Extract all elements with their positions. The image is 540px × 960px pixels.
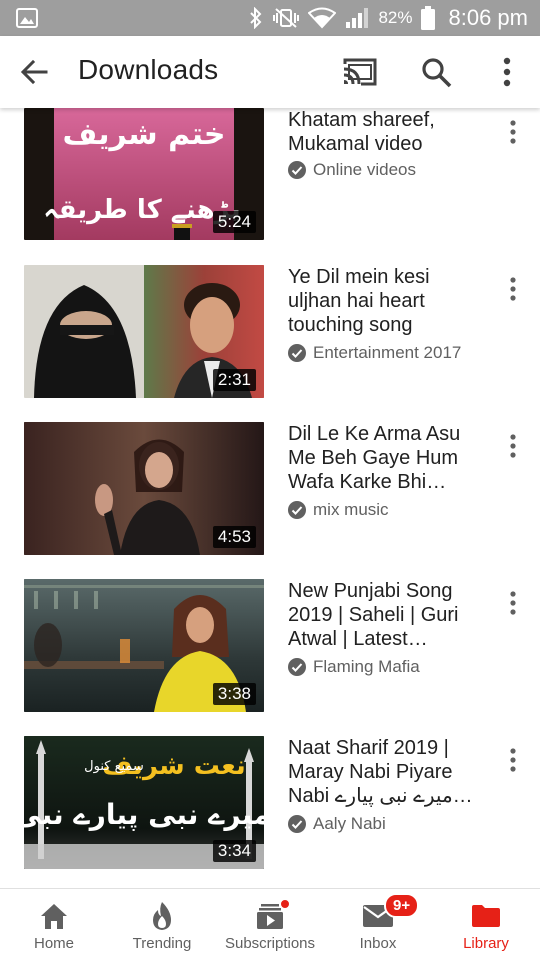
vibrate-off-icon [273,8,300,28]
nav-home[interactable]: Home [0,889,108,960]
home-icon [41,904,67,929]
downloaded-check-icon [288,344,306,362]
video-thumbnail[interactable]: نعت شریف سمیع کنول میرے نبی پیارے نبی 3:… [24,736,264,869]
video-thumbnail[interactable]: ختم شریف پڑھنے کا طریقہ 5:24 [24,108,264,240]
video-item[interactable]: نعت شریف سمیع کنول میرے نبی پیارے نبی 3:… [0,736,540,872]
app-bar: Downloads [0,36,540,108]
thumb-overlay-title: ختم شریف [63,117,226,152]
bottom-navigation: Home Trending Subscriptions 9+ Inbox Lib… [0,888,540,960]
channel-name: Entertainment 2017 [313,343,462,362]
channel-name: Flaming Mafia [313,657,420,676]
page-title: Downloads [78,54,219,85]
battery-icon [420,6,435,30]
video-duration: 3:34 [212,840,256,862]
video-title[interactable]: Naat Sharif 2019 | Maray Nabi Piyare Nab… [288,736,484,808]
wifi-icon [308,7,337,29]
channel-name: Online videos [313,160,417,179]
item-more-icon[interactable] [503,118,523,146]
clock: 8:06 pm [448,5,529,30]
nav-label: Library [463,935,509,952]
image-icon [16,8,38,28]
nav-label: Home [33,935,74,952]
video-meta: Entertainment 2017 [288,343,461,363]
back-arrow-icon[interactable] [18,56,50,88]
video-item[interactable]: 4:53 Dil Le Ke Arma Asu Me Beh Gaye Hum … [0,422,540,558]
status-icons: 82% 8:06 pm [248,0,528,36]
video-title[interactable]: Ye Dil mein kesi uljhan hai heart touchi… [288,265,484,337]
item-more-icon[interactable] [503,746,523,774]
video-item[interactable]: 2:31 Ye Dil mein kesi uljhan hai heart t… [0,265,540,401]
video-duration: 4:53 [212,526,256,548]
video-title[interactable]: Khatam shareef, Mukamal video [288,108,484,156]
nav-label: Inbox [359,935,397,952]
video-meta: Flaming Mafia [288,657,420,677]
item-more-icon[interactable] [503,432,523,460]
item-more-icon[interactable] [503,275,523,303]
signal-icon [346,8,369,28]
video-item[interactable]: 3:38 New Punjabi Song 2019 | Saheli | Gu… [0,579,540,715]
notification-dot [280,899,290,909]
video-title[interactable]: Dil Le Ke Arma Asu Me Beh Gaye Hum Wafa … [288,422,484,494]
thumb-overlay-artist: سمیع کنول [84,759,144,774]
thumb-overlay-subtitle: میرے نبی پیارے نبی [24,798,264,831]
nav-label: Subscriptions [224,935,316,952]
nav-trending[interactable]: Trending [108,889,216,960]
video-thumbnail[interactable]: 3:38 [24,579,264,712]
cast-icon[interactable] [341,56,379,88]
video-title[interactable]: New Punjabi Song 2019 | Saheli | Guri At… [288,579,484,651]
downloaded-check-icon [288,501,306,519]
item-more-icon[interactable] [503,589,523,617]
bluetooth-icon [250,7,262,29]
thumb-overlay-subtitle: پڑھنے کا طریقہ [43,195,240,225]
downloads-list[interactable]: ختم شریف پڑھنے کا طریقہ 5:24 Khatam shar… [0,108,540,888]
downloaded-check-icon [288,161,306,179]
video-meta: Online videos [288,160,416,180]
nav-subscriptions[interactable]: Subscriptions [216,889,324,960]
video-duration: 2:31 [212,369,256,391]
nav-inbox[interactable]: 9+ Inbox [324,889,432,960]
video-meta: Aaly Nabi [288,814,386,834]
video-duration: 3:38 [212,683,256,705]
battery-percentage: 82% [378,8,413,27]
folder-icon [472,905,500,927]
downloaded-check-icon [288,658,306,676]
video-thumbnail[interactable]: 2:31 [24,265,264,398]
video-meta: mix music [288,500,389,520]
video-item[interactable]: ختم شریف پڑھنے کا طریقہ 5:24 Khatam shar… [0,108,540,244]
status-bar: 82% 8:06 pm [0,0,540,36]
flame-icon [153,902,171,930]
video-duration: 5:24 [212,211,256,233]
video-thumbnail[interactable]: 4:53 [24,422,264,555]
channel-name: Aaly Nabi [313,814,386,833]
nav-label: Trending [132,935,192,952]
channel-name: mix music [313,500,389,519]
inbox-count-badge: 9+ [384,893,420,918]
downloaded-check-icon [288,815,306,833]
more-vert-icon[interactable] [496,56,518,88]
nav-library[interactable]: Library [432,889,540,960]
search-icon[interactable] [420,56,454,90]
